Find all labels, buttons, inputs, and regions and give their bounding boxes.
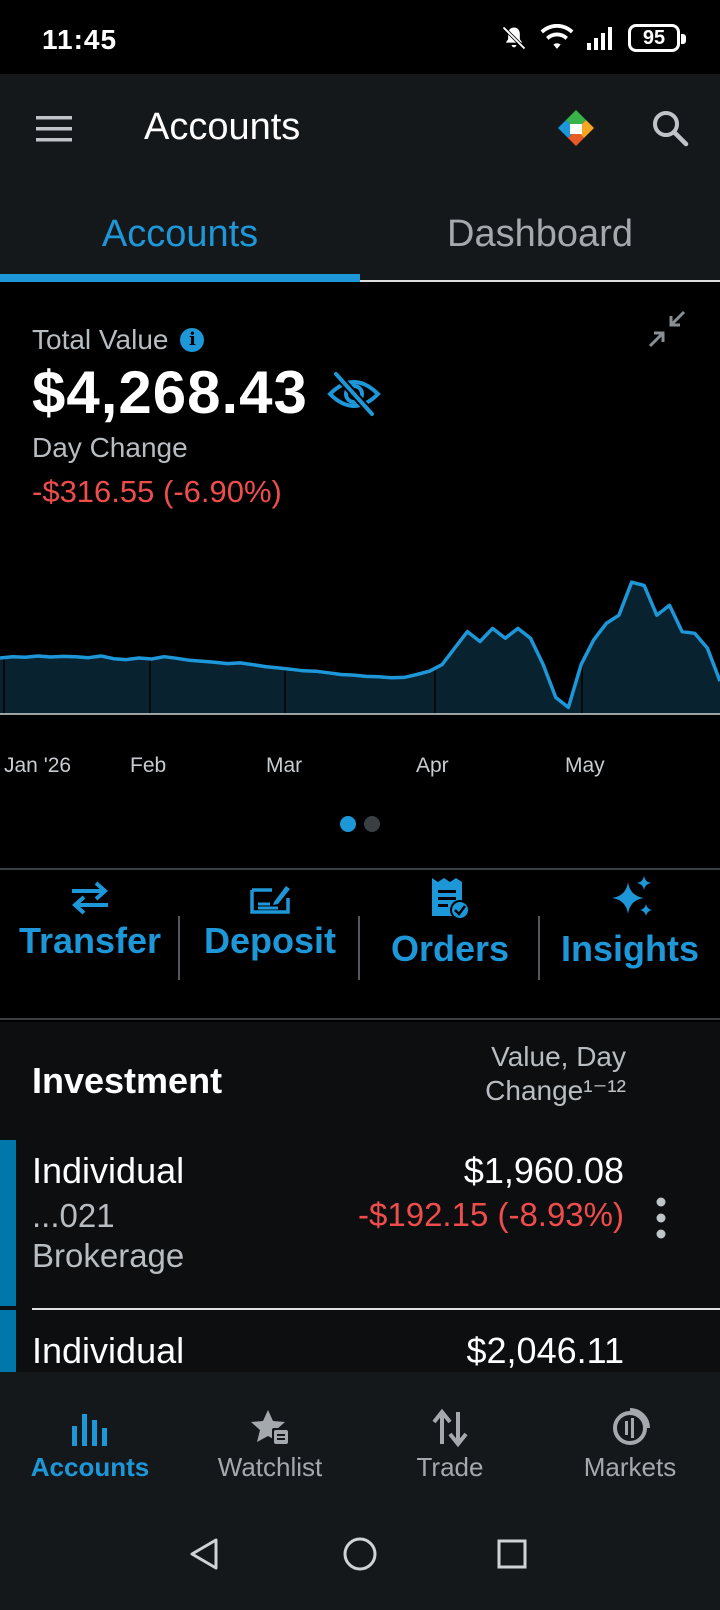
total-value-label-text: Total Value xyxy=(32,324,169,355)
collapse-icon[interactable] xyxy=(646,308,688,350)
chart-area-fill xyxy=(0,582,720,714)
app-bar: Accounts xyxy=(0,74,720,186)
account-name: Individual xyxy=(32,1150,185,1191)
chart-x-axis: Jan '26 Feb Mar Apr May xyxy=(0,754,720,784)
recents-icon[interactable] xyxy=(494,1536,530,1572)
chart-x-tick-label: Mar xyxy=(266,754,303,777)
deposit-button[interactable]: Deposit xyxy=(180,870,360,1020)
account-value: $1,960.08 xyxy=(463,1150,624,1191)
portfolio-chart[interactable] xyxy=(0,564,720,724)
total-value: $4,268.43 xyxy=(32,359,308,426)
quick-actions: Transfer Deposit Orders Insights xyxy=(0,870,720,1020)
bottom-navigation: Accounts Watchlist Trade Markets xyxy=(0,1372,720,1500)
menu-icon[interactable] xyxy=(36,112,74,146)
orders-icon xyxy=(432,878,470,920)
chart-x-tick-label: Feb xyxy=(130,754,167,777)
account-day-change: -$192.15 (-8.93%) xyxy=(358,1196,624,1233)
nav-trade[interactable]: Trade xyxy=(360,1372,540,1500)
insights-label: Insights xyxy=(560,928,699,969)
signal-icon xyxy=(587,27,612,50)
insights-button[interactable]: Insights xyxy=(540,870,720,1020)
nav-markets[interactable]: Markets xyxy=(540,1372,720,1500)
total-value-label: Total Value i xyxy=(32,324,205,356)
search-icon[interactable] xyxy=(650,108,690,148)
battery-indicator: 95 xyxy=(628,24,686,52)
mute-icon xyxy=(502,26,526,50)
deposit-icon xyxy=(250,886,290,914)
deposit-label: Deposit xyxy=(203,920,336,961)
nav-accounts[interactable]: Accounts xyxy=(0,1372,180,1500)
chart-x-tick-label: Jan '26 xyxy=(4,754,72,777)
account-name: Individual xyxy=(32,1330,185,1371)
chart-x-tick-label: Apr xyxy=(416,754,449,777)
chart-x-tick-label: May xyxy=(565,754,605,777)
hide-balance-icon[interactable] xyxy=(326,368,382,420)
account-row[interactable]: Individual $2,046.11 xyxy=(0,1310,720,1372)
nav-watchlist[interactable]: Watchlist xyxy=(180,1372,360,1500)
more-options-icon[interactable] xyxy=(654,1196,668,1240)
account-row-accent xyxy=(0,1310,16,1372)
markets-globe-icon xyxy=(613,1408,650,1445)
transfer-icon xyxy=(71,881,109,915)
status-bar: 11:45 95 xyxy=(0,0,720,74)
system-navigation-bar xyxy=(0,1500,720,1610)
orders-button[interactable]: Orders xyxy=(360,870,540,1020)
page-dot-1[interactable] xyxy=(340,816,356,832)
account-row-accent xyxy=(0,1140,16,1306)
watchlist-star-icon xyxy=(251,1410,290,1446)
status-icons: 95 xyxy=(500,24,686,52)
column-header-line2: Change¹⁻¹² xyxy=(485,1075,626,1106)
status-time: 11:45 xyxy=(42,24,118,55)
info-icon[interactable]: i xyxy=(180,328,205,352)
brand-logo-icon[interactable] xyxy=(556,108,596,148)
day-change-value: -$316.55 (-6.90%) xyxy=(32,474,282,509)
column-header-line1: Value, Day xyxy=(491,1041,626,1072)
orders-label: Orders xyxy=(390,928,510,969)
sparkle-icon xyxy=(612,876,652,916)
page-title: Accounts xyxy=(144,106,301,148)
tab-accounts[interactable]: Accounts xyxy=(0,186,360,282)
wifi-icon xyxy=(540,24,574,49)
tab-dashboard[interactable]: Dashboard xyxy=(360,186,720,280)
page-indicator xyxy=(340,816,380,832)
nav-label: Markets xyxy=(583,1452,677,1482)
accounts-chart-icon xyxy=(72,1414,107,1446)
nav-label: Watchlist xyxy=(217,1452,323,1482)
tab-bar: Accounts Dashboard xyxy=(0,186,720,282)
nav-label: Accounts xyxy=(30,1452,150,1482)
nav-label: Trade xyxy=(416,1452,484,1482)
account-number: ...021 xyxy=(32,1197,115,1234)
transfer-button[interactable]: Transfer xyxy=(0,870,180,1020)
page-dot-2[interactable] xyxy=(364,816,380,832)
account-value: $2,046.11 xyxy=(466,1330,624,1371)
portfolio-summary: Total Value i $4,268.43 Day Change -$316… xyxy=(0,284,720,870)
section-title: Investment xyxy=(32,1060,223,1101)
trade-arrows-icon xyxy=(432,1408,468,1448)
home-icon[interactable] xyxy=(342,1536,378,1572)
back-icon[interactable] xyxy=(186,1536,222,1572)
transfer-label: Transfer xyxy=(18,920,162,961)
day-change-label: Day Change xyxy=(32,432,188,463)
investment-section: Investment Value, Day Change¹⁻¹² Individ… xyxy=(0,1022,720,1372)
column-header: Value, Day Change¹⁻¹² xyxy=(446,1040,626,1108)
account-row[interactable]: Individual ...021 Brokerage $1,960.08 -$… xyxy=(0,1140,720,1306)
account-type: Brokerage xyxy=(32,1237,185,1274)
